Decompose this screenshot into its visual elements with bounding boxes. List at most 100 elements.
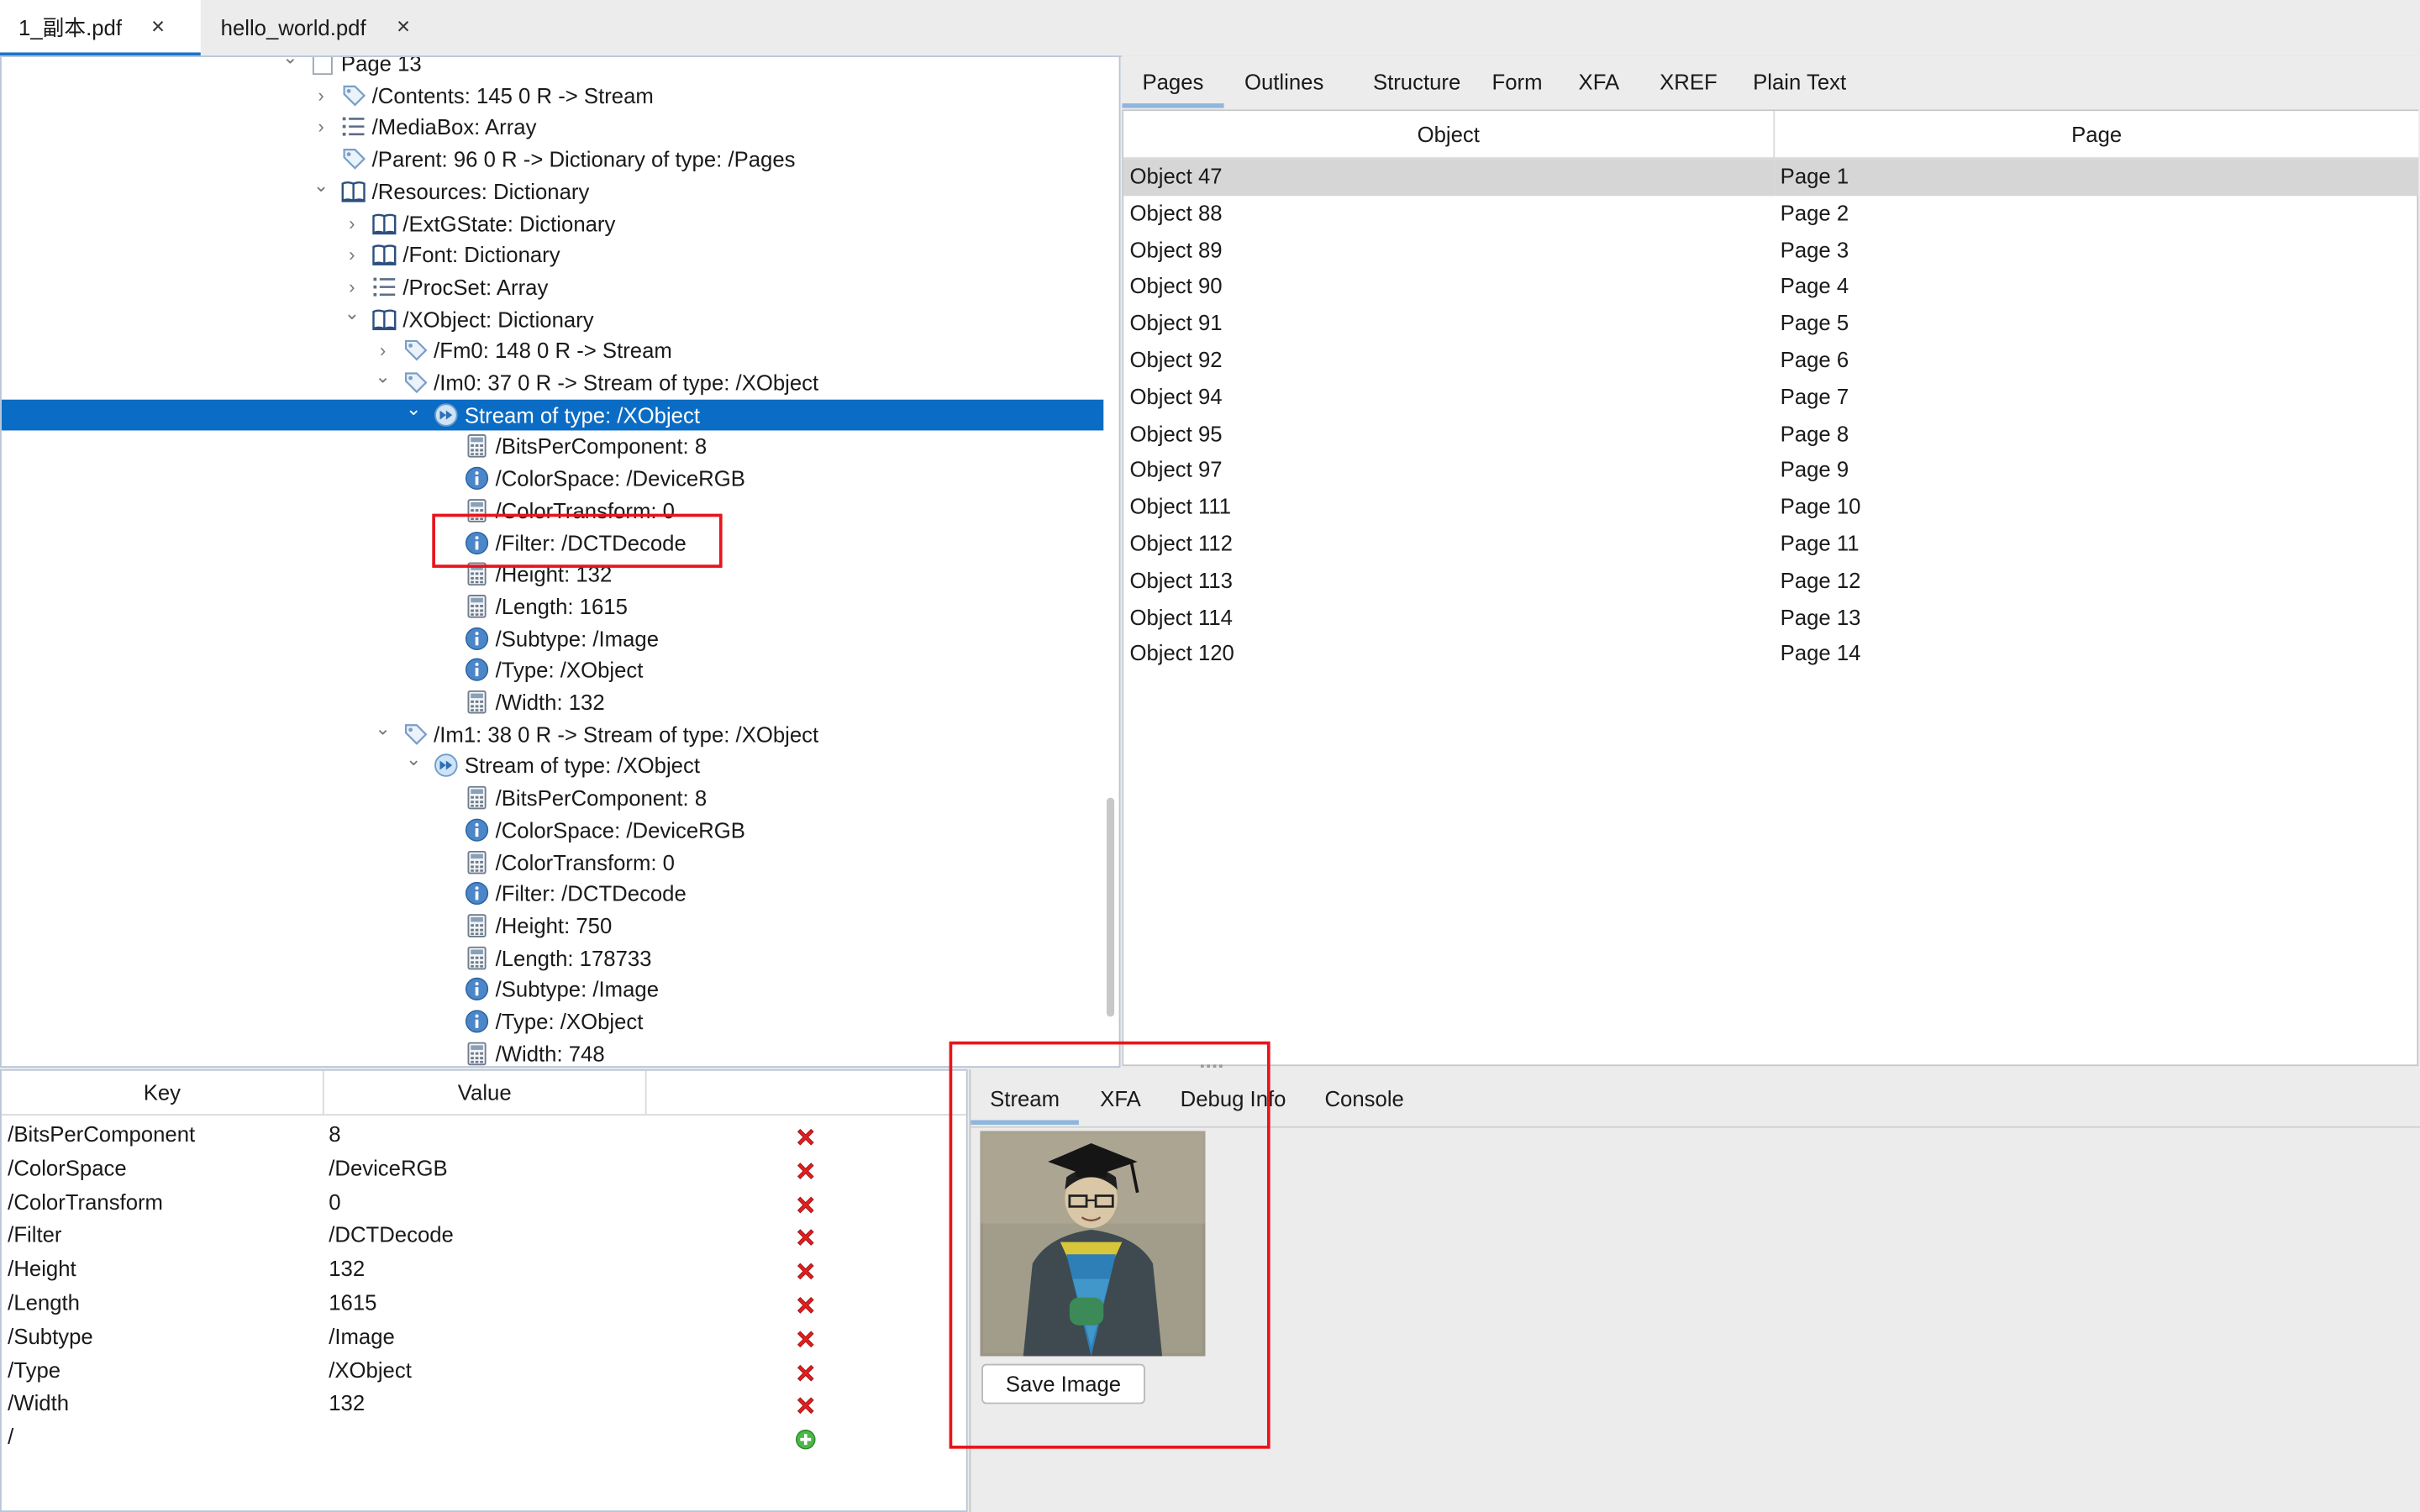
table-row[interactable]: Object 97 Page 9 [1123,453,2418,490]
tree-node[interactable]: ⌄/Resources: Dictionary [2,174,1103,207]
tree-node[interactable]: › /MediaBox: Array [2,112,1103,143]
close-icon[interactable]: × [397,0,410,55]
property-row[interactable]: /ColorTransform 0 [2,1184,966,1218]
column-header-key[interactable]: Key [2,1070,324,1115]
property-row[interactable]: /Width 132 [2,1386,966,1420]
table-row[interactable]: Object 95 Page 8 [1123,416,2418,453]
column-header-value[interactable]: Value [324,1070,647,1115]
tab-pages[interactable]: Pages [1122,55,1224,108]
tree-node[interactable]: ⌄/Im0: 37 0 R -> Stream of type: /XObjec… [2,365,1103,398]
column-header-object[interactable]: Object [1123,111,1776,160]
chevron-down-icon[interactable]: ⌄ [375,361,390,392]
tree-node[interactable]: /ColorSpace: /DeviceRGB [2,814,1103,845]
delete-icon[interactable] [795,1291,817,1314]
tree-node[interactable]: /Width: 132 [2,686,1103,717]
tree-node[interactable]: /BitsPerComponent: 8 [2,431,1103,462]
tree-node[interactable]: › /ExtGState: Dictionary [2,207,1103,239]
delete-icon[interactable] [795,1123,817,1146]
delete-icon[interactable] [795,1392,817,1415]
table-row[interactable]: Object 90 Page 4 [1123,269,2418,306]
add-icon[interactable] [795,1425,817,1450]
delete-icon[interactable] [795,1257,817,1280]
table-row[interactable]: Object 120 Page 14 [1123,636,2418,673]
property-value[interactable]: 132 [329,1386,365,1420]
property-row[interactable]: / [2,1420,966,1453]
chevron-down-icon[interactable]: ⌄ [406,393,421,424]
tree-node[interactable]: /Type: /XObject [2,654,1103,685]
tree-node[interactable]: ⌄ Page 13 [2,56,1103,79]
table-row[interactable]: Object 113 Page 12 [1123,563,2418,600]
chevron-down-icon[interactable]: ⌄ [345,297,360,328]
tree-node[interactable]: /Subtype: /Image [2,622,1103,654]
chevron-right-icon[interactable]: › [345,239,360,270]
tab-xref[interactable]: XREF [1640,55,1736,108]
tab-plain-text[interactable]: Plain Text [1736,55,1863,108]
tree-node[interactable]: ⌄ Stream of type: /XObject [1,397,1104,430]
tab-xfa[interactable]: XFA [1564,55,1634,108]
tree-node[interactable]: /ColorTransform: 0 [2,846,1103,877]
table-row[interactable]: Object 88 Page 2 [1123,196,2418,233]
chevron-right-icon[interactable]: › [313,80,329,111]
tree-node[interactable]: ⌄ Stream of type: /XObject [2,749,1103,781]
property-value[interactable]: 0 [329,1184,340,1218]
property-value[interactable]: /XObject [329,1352,412,1386]
close-icon[interactable]: × [151,0,165,55]
property-value[interactable]: /Image [329,1319,395,1352]
table-row[interactable]: Object 112 Page 11 [1123,526,2418,563]
property-row[interactable]: /Subtype/Image [2,1319,966,1352]
tab-outlines[interactable]: Outlines [1227,55,1341,108]
tree-node[interactable]: /BitsPerComponent: 8 [2,782,1103,813]
chevron-right-icon[interactable]: › [345,207,360,239]
chevron-down-icon[interactable]: ⌄ [406,744,421,775]
tree-node[interactable]: /ColorSpace: /DeviceRGB [2,463,1103,494]
chevron-right-icon[interactable]: › [313,112,329,143]
property-row[interactable]: /ColorSpace/DeviceRGB [2,1151,966,1184]
tree-node[interactable]: ⌄/Im1: 38 0 R -> Stream of type: /XObjec… [2,717,1103,749]
table-row[interactable]: Object 89 Page 3 [1123,233,2418,270]
tree-node[interactable]: ⌄/XObject: Dictionary [2,302,1103,334]
chevron-down-icon[interactable]: ⌄ [282,57,297,72]
column-header-page[interactable]: Page [1774,111,2419,160]
tree-node[interactable]: › /Contents: 145 0 R -> Stream [2,80,1103,111]
table-row[interactable]: Object 47 Page 1 [1123,158,2419,196]
tree-node[interactable]: /Subtype: /Image [2,974,1103,1005]
property-row[interactable]: /Length 1615 [2,1285,966,1319]
tree-node[interactable]: › /Font: Dictionary [2,239,1103,270]
property-value[interactable]: 8 [329,1117,340,1151]
table-row[interactable]: Object 114 Page 13 [1123,600,2418,637]
chevron-down-icon[interactable]: ⌄ [313,170,329,201]
tree-node[interactable]: /Length: 178733 [2,942,1103,973]
property-row[interactable]: /Height 132 [2,1252,966,1285]
splitter-handle[interactable] [1200,1064,1223,1072]
delete-icon[interactable] [795,1224,817,1247]
tree-scrollbar[interactable] [1106,797,1115,1017]
tree-node[interactable]: /Type: /XObject [2,1006,1103,1037]
property-value[interactable]: 132 [329,1252,365,1285]
property-value[interactable]: /DCTDecode [329,1218,454,1252]
tab-form[interactable]: Form [1486,55,1548,108]
tree-node[interactable]: /Parent: 96 0 R -> Dictionary of type: /… [2,144,1103,175]
tree-node[interactable]: /Length: 1615 [2,591,1103,622]
property-row[interactable]: /BitsPerComponent 8 [2,1117,966,1151]
chevron-down-icon[interactable]: ⌄ [375,712,390,743]
delete-icon[interactable] [795,1358,817,1381]
property-row[interactable]: /Type/XObject [2,1352,966,1386]
tree-node[interactable]: ›/ProcSet: Array [2,271,1103,302]
property-row[interactable]: /Filter/DCTDecode [2,1218,966,1252]
table-row[interactable]: Object 92 Page 6 [1123,343,2418,380]
tab-structure[interactable]: Structure [1347,55,1486,108]
property-value[interactable]: /DeviceRGB [329,1151,447,1184]
delete-icon[interactable] [795,1325,817,1347]
delete-icon[interactable] [795,1157,817,1179]
tree-node[interactable]: ›/Fm0: 148 0 R -> Stream [2,335,1103,366]
table-row[interactable]: Object 111 Page 10 [1123,490,2418,527]
tree-node[interactable]: /Width: 748 [2,1038,1103,1067]
property-value[interactable]: 1615 [329,1285,376,1319]
tab-console[interactable]: Console [1307,1073,1422,1125]
file-tab-2[interactable]: hello_world.pdf × [203,0,434,55]
file-tab-1[interactable]: 1_副本.pdf × [0,0,201,57]
tree-node[interactable]: /Height: 750 [2,910,1103,941]
table-row[interactable]: Object 94 Page 7 [1123,379,2418,416]
table-row[interactable]: Object 91 Page 5 [1123,306,2418,343]
delete-icon[interactable] [795,1190,817,1213]
